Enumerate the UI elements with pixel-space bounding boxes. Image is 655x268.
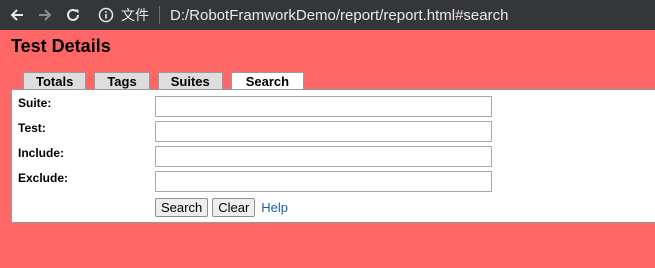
tab-totals[interactable]: Totals [23,72,87,89]
tab-suites[interactable]: Suites [157,72,223,89]
site-label: 文件 [121,8,149,24]
info-icon[interactable] [98,7,114,23]
page-title: Test Details [11,36,111,56]
browser-toolbar: 文件 D:/RobotFramworkDemo/report/report.ht… [0,0,655,30]
back-arrow-icon [10,9,23,21]
exclude-label: Exclude: [18,171,69,185]
test-row: Test: [12,119,655,142]
forward-arrow-icon [39,9,52,21]
exclude-input[interactable] [155,171,492,192]
include-label: Include: [18,146,65,160]
test-label: Test: [18,121,46,135]
suite-label: Suite: [18,96,52,110]
search-actions: Search Clear Help [155,198,288,217]
tab-tags[interactable]: Tags [94,72,150,89]
tab-search[interactable]: Search [230,72,305,90]
include-row: Include: [12,144,655,167]
clear-button[interactable]: Clear [212,198,256,217]
search-panel: Suite: Test: Include: Exclude: Search Cl… [11,89,655,223]
address-separator [159,6,160,24]
tab-bar: Totals Tags Suites Search [23,72,312,90]
url-text[interactable]: D:/RobotFramworkDemo/report/report.html#… [170,7,508,24]
search-button[interactable]: Search [155,198,209,217]
help-link[interactable]: Help [261,200,288,215]
test-input[interactable] [155,121,492,142]
exclude-row: Exclude: [12,169,655,192]
back-button[interactable] [6,4,28,26]
include-input[interactable] [155,146,492,167]
suite-input[interactable] [155,96,492,117]
reload-button[interactable] [62,4,84,26]
address-bar[interactable]: 文件 D:/RobotFramworkDemo/report/report.ht… [98,3,508,27]
reload-icon [67,8,79,21]
suite-row: Suite: [12,94,655,117]
forward-button[interactable] [34,4,56,26]
